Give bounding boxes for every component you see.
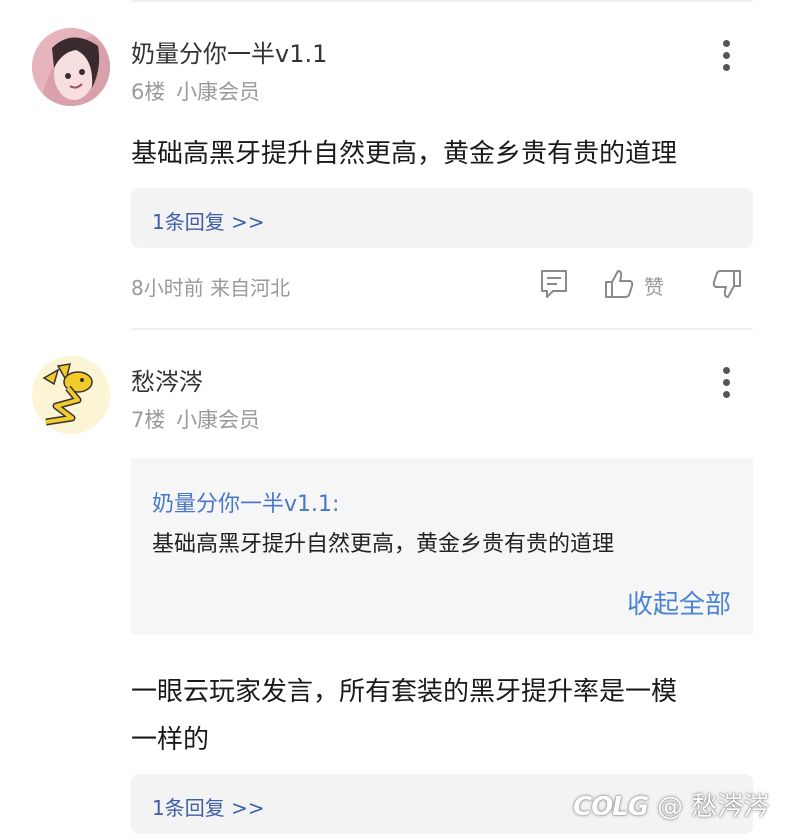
avatar[interactable] bbox=[32, 356, 110, 434]
comment-content-line: 一样的 bbox=[131, 725, 210, 755]
username[interactable]: 愁涔涔 bbox=[131, 362, 203, 397]
more-options-icon[interactable] bbox=[723, 367, 731, 403]
comment-content-line: 一眼云玩家发言，所有套装的黑牙提升率是一模 bbox=[131, 677, 678, 707]
watermark: COLG @ 愁涔涔 bbox=[573, 786, 769, 823]
floor-number: 6楼 bbox=[131, 80, 166, 104]
like-button[interactable]: 赞 bbox=[603, 268, 673, 302]
floor-and-badge: 7楼 小康会员 bbox=[131, 404, 260, 434]
quoted-comment-box: 奶量分你一半v1.1: 基础高黑牙提升自然更高，黄金乡贵有贵的道理 收起全部 bbox=[131, 458, 753, 634]
quoted-author[interactable]: 奶量分你一半v1.1: bbox=[152, 486, 339, 518]
reply-box[interactable]: 1条回复 >> bbox=[131, 188, 753, 248]
top-divider bbox=[131, 0, 753, 2]
more-options-icon[interactable] bbox=[723, 40, 731, 76]
like-label: 赞 bbox=[644, 275, 664, 299]
time-location: 8小时前 来自河北 bbox=[131, 276, 291, 300]
comment-content: 基础高黑牙提升自然更高，黄金乡贵有贵的道理 bbox=[131, 139, 678, 169]
thumbs-up-icon bbox=[605, 270, 634, 298]
thumbs-down-icon[interactable] bbox=[711, 268, 743, 300]
floor-and-badge: 6楼 小康会员 bbox=[131, 76, 260, 106]
avatar[interactable] bbox=[32, 28, 110, 106]
collapse-all-link[interactable]: 收起全部 bbox=[627, 584, 731, 621]
avatar-image bbox=[32, 356, 110, 434]
member-badge: 小康会员 bbox=[176, 408, 261, 432]
comment-icon[interactable] bbox=[539, 268, 569, 300]
view-replies-link[interactable]: 1条回复 >> bbox=[152, 206, 265, 235]
watermark-text: @ 愁涔涔 bbox=[657, 792, 770, 822]
floor-number: 7楼 bbox=[131, 408, 166, 432]
view-replies-link[interactable]: 1条回复 >> bbox=[152, 792, 265, 821]
comment-divider bbox=[131, 328, 753, 330]
comment-content: 一眼云玩家发言，所有套装的黑牙提升率是一模 一样的 bbox=[131, 668, 753, 764]
quoted-text: 基础高黑牙提升自然更高，黄金乡贵有贵的道理 bbox=[152, 532, 615, 557]
member-badge: 小康会员 bbox=[176, 80, 261, 104]
username[interactable]: 奶量分你一半v1.1 bbox=[131, 34, 327, 69]
colg-logo: COLG bbox=[573, 792, 649, 822]
avatar-image bbox=[32, 28, 110, 106]
